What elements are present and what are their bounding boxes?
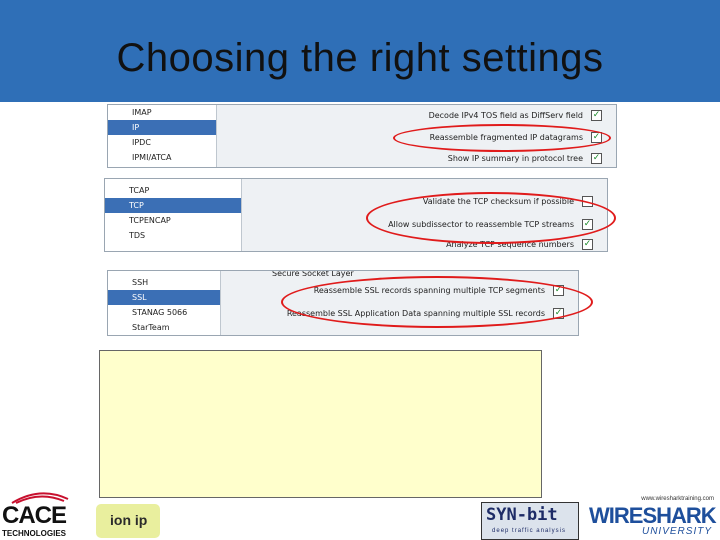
protocol-tree: IMAP IP IPDC IPMI/ATCA <box>108 105 217 167</box>
tree-item[interactable]: TDS <box>105 228 241 243</box>
option-label: Show IP summary in protocol tree <box>447 154 583 163</box>
checkbox[interactable]: ✓ <box>591 110 602 121</box>
logo-sub: UNIVERSITY <box>641 526 712 537</box>
tree-item[interactable]: TCAP <box>105 183 241 198</box>
ionip-logo: ion ip <box>96 504 160 538</box>
logo-url: www.wiresharktraining.com <box>641 496 714 502</box>
protocol-tree: TCAP TCP TCPENCAP TDS <box>105 179 242 251</box>
tree-item[interactable]: STANAG 5066 <box>108 305 220 320</box>
option-label: Decode IPv4 TOS field as DiffServ field <box>428 111 583 120</box>
tree-item-selected[interactable]: SSL <box>108 290 220 305</box>
protocol-tree: SSH SSL STANAG 5066 StarTeam <box>108 271 221 335</box>
tree-item[interactable]: IPDC <box>108 135 216 150</box>
tree-item[interactable]: TCPENCAP <box>105 213 241 228</box>
checkbox[interactable]: ✓ <box>582 239 593 250</box>
wireshark-university-logo: www.wiresharktraining.com WIRESHARK UNIV… <box>585 496 720 540</box>
option-row[interactable]: Decode IPv4 TOS field as DiffServ field ✓ <box>429 109 602 123</box>
highlight-ring <box>366 192 616 244</box>
logo-word: CACE <box>2 502 67 529</box>
logo-tagline: deep traffic analysis <box>492 528 566 534</box>
slide-title: Choosing the right settings <box>116 36 604 80</box>
highlight-ring <box>281 276 593 328</box>
tree-item[interactable]: StarTeam <box>108 320 220 335</box>
logo-main: SYN-bit <box>486 505 558 525</box>
tree-item[interactable]: SSH <box>108 275 220 290</box>
option-row[interactable]: Show IP summary in protocol tree ✓ <box>448 152 602 166</box>
tree-item-selected[interactable]: TCP <box>105 198 241 213</box>
section-heading: Secure Socket Layer <box>272 270 354 278</box>
synbit-logo: SYN-bit deep traffic analysis <box>481 502 579 540</box>
notes-box <box>99 350 542 498</box>
cace-technologies-logo: CACE TECHNOLOGIES <box>0 488 80 540</box>
tree-item[interactable]: IPMI/ATCA <box>108 150 216 165</box>
checkbox[interactable]: ✓ <box>591 153 602 164</box>
highlight-ring <box>393 124 611 152</box>
logo-text: ion ip <box>110 512 148 528</box>
logo-sub: TECHNOLOGIES <box>2 529 67 538</box>
tree-item-selected[interactable]: IP <box>108 120 216 135</box>
tree-item[interactable]: IMAP <box>108 105 216 120</box>
